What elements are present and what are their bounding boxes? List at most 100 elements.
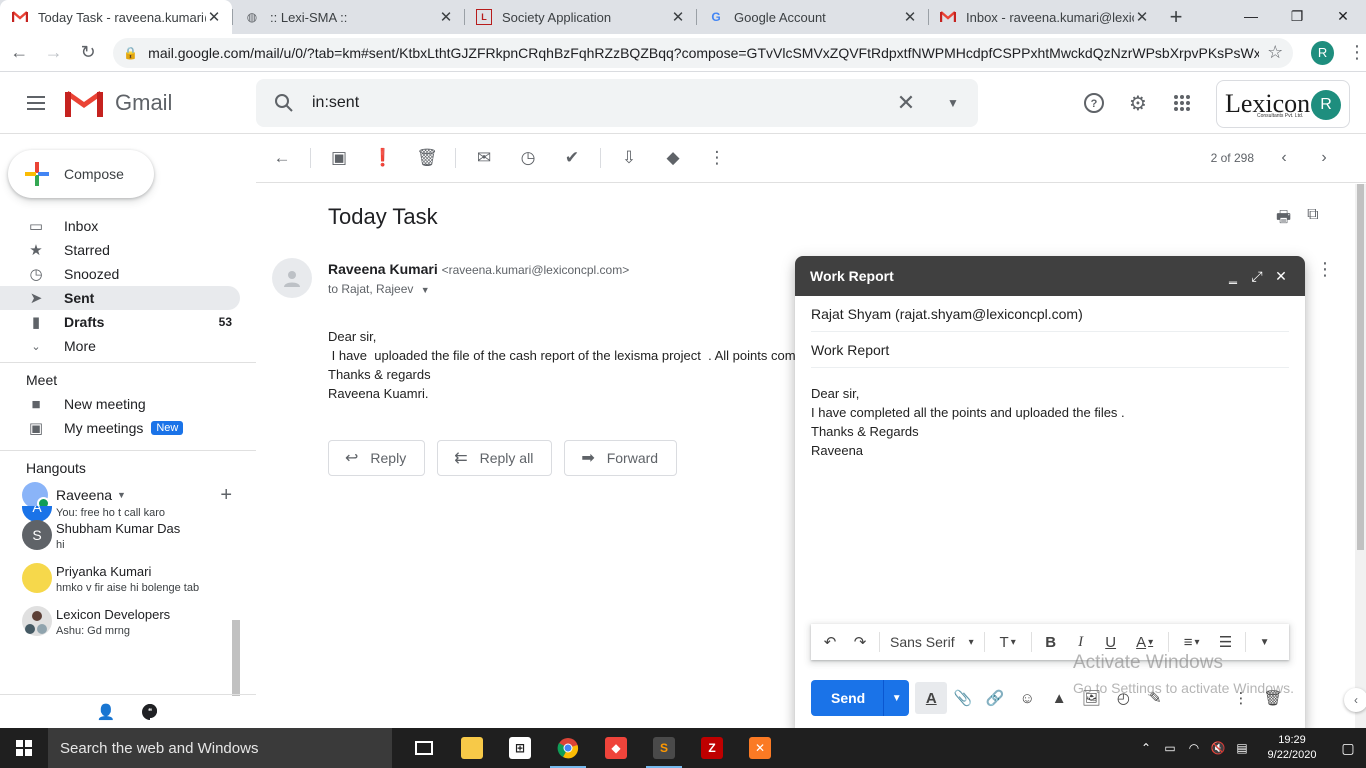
open-new-window-icon[interactable]: ⧉ (1307, 206, 1318, 233)
hangouts-scrollbar[interactable] (232, 620, 240, 696)
main-menu-icon[interactable] (12, 95, 60, 110)
add-to-tasks-icon[interactable]: ✔ (550, 138, 594, 178)
compose-button[interactable]: Compose (8, 150, 154, 198)
help-icon[interactable]: ? (1080, 89, 1108, 117)
recipients-field[interactable]: Rajat Shyam (rajat.shyam@lexiconcpl.com) (811, 296, 1289, 332)
browser-menu-icon[interactable]: ⋮ (1348, 42, 1366, 63)
formatting-options-icon[interactable]: A (915, 682, 948, 714)
browser-tab-lexi-sma[interactable]: ◍ :: Lexi-SMA :: ✕ (232, 0, 464, 34)
minimize-icon[interactable]: ‗ (1221, 268, 1245, 284)
redo-icon[interactable]: ↷ (845, 627, 875, 657)
side-panel-chevron-left-icon[interactable]: ‹ (1344, 688, 1366, 712)
taskbar-search-input[interactable]: Search the web and Windows (48, 728, 392, 768)
bold-icon[interactable]: B (1036, 627, 1066, 657)
account-avatar[interactable]: R (1311, 90, 1341, 120)
search-input[interactable]: in:sent (312, 94, 884, 112)
add-contact-plus-icon[interactable]: + (220, 484, 232, 507)
file-explorer-icon[interactable] (448, 728, 496, 768)
newer-chevron-left-icon[interactable]: ‹ (1272, 146, 1296, 170)
forward-arrow-icon[interactable]: → (38, 37, 68, 69)
more-options-icon[interactable]: ⋮ (695, 138, 739, 178)
chevron-down-icon[interactable]: ▼ (421, 285, 430, 295)
new-meeting-button[interactable]: ■ New meeting (0, 392, 256, 416)
clear-search-icon[interactable]: ✕ (884, 90, 928, 116)
url-input[interactable]: 🔒 mail.google.com/mail/u/0/?tab=km#sent/… (113, 37, 1294, 68)
task-view-icon[interactable] (400, 728, 448, 768)
reply-button[interactable]: ↩ Reply (328, 440, 426, 476)
font-size-icon[interactable]: T (989, 627, 1027, 657)
font-family-select[interactable]: Sans Serif (884, 634, 980, 650)
sender-name[interactable]: Raveena Kumari (328, 261, 438, 277)
close-icon[interactable]: ✕ (902, 8, 918, 26)
sidebar-item-snoozed[interactable]: ◷ Snoozed (0, 262, 240, 286)
sidebar-item-starred[interactable]: ★ Starred (0, 238, 240, 262)
minimize-window-icon[interactable]: — (1228, 0, 1274, 32)
sidebar-item-more[interactable]: ⌄ More (0, 334, 240, 358)
fullscreen-expand-icon[interactable]: ⤢ (1245, 268, 1269, 285)
my-meetings-button[interactable]: ▣ My meetings New (0, 416, 256, 440)
insert-emoji-icon[interactable]: ☺ (1011, 682, 1043, 714)
list-item[interactable]: Priyanka Kumari hmko v fir aise hi bolen… (0, 563, 240, 606)
contacts-person-icon[interactable]: 👤 (93, 699, 119, 725)
mail-search-bar[interactable]: in:sent ✕ ▼ (256, 79, 978, 127)
apps-grid-icon[interactable] (1168, 89, 1196, 117)
compose-header[interactable]: Work Report ‗ ⤢ ✕ (795, 256, 1305, 296)
chrome-icon[interactable] (544, 728, 592, 768)
reload-icon[interactable]: ↻ (73, 37, 103, 69)
sidebar-item-sent[interactable]: ➤ Sent (0, 286, 240, 310)
forward-button[interactable]: ➡ Forward (564, 440, 678, 476)
chevron-down-icon[interactable]: ▼ (117, 490, 126, 500)
bookmark-star-icon[interactable]: ☆ (1267, 42, 1283, 63)
attach-paperclip-icon[interactable]: 📎 (947, 682, 979, 714)
filezilla-icon[interactable]: Z (688, 728, 736, 768)
close-icon[interactable]: ✕ (1269, 268, 1293, 285)
conversations-icon[interactable]: ❝ (137, 699, 163, 725)
close-icon[interactable]: ✕ (670, 8, 686, 26)
store-bag-icon[interactable]: ⊞ (496, 728, 544, 768)
restore-window-icon[interactable]: ❐ (1274, 0, 1320, 32)
google-drive-icon[interactable]: ▲ (1043, 682, 1075, 714)
sidebar-item-drafts[interactable]: ▮ Drafts 53 (0, 310, 240, 334)
snooze-clock-icon[interactable]: ◷ (506, 138, 550, 178)
volume-muted-icon[interactable]: 🔇 (1206, 741, 1230, 755)
mark-unread-icon[interactable]: ✉ (462, 138, 506, 178)
back-arrow-icon[interactable]: ← (4, 37, 34, 69)
scrollbar-thumb[interactable] (1357, 184, 1364, 550)
reply-all-button[interactable]: ⇇ Reply all (437, 440, 553, 476)
battery-icon[interactable]: ▭ (1158, 741, 1182, 755)
list-item[interactable]: A You: free ho t call karo (0, 506, 240, 522)
message-more-options-icon[interactable]: ⋮ (1316, 259, 1334, 280)
send-button[interactable]: Send ▼ (811, 680, 910, 716)
report-spam-icon[interactable]: ❗ (361, 138, 405, 178)
back-to-sent-arrow-icon[interactable]: ← (260, 138, 304, 178)
list-item[interactable]: S Shubham Kumar Das hi (0, 520, 240, 563)
print-icon[interactable]: 🖶 (1276, 206, 1291, 233)
label-tag-icon[interactable]: ◆ (651, 138, 695, 178)
browser-tab-google-account[interactable]: G Google Account ✕ (696, 0, 928, 34)
wifi-icon[interactable]: ◠ (1182, 741, 1206, 755)
sublime-text-icon[interactable]: S (640, 728, 688, 768)
anydesk-icon[interactable]: ◆ (592, 728, 640, 768)
move-to-icon[interactable]: ⇩ (607, 138, 651, 178)
action-center-icon[interactable]: ▢ (1330, 740, 1366, 757)
undo-icon[interactable]: ↶ (815, 627, 845, 657)
windows-start-icon[interactable] (0, 728, 48, 768)
recipients-line[interactable]: to Rajat, Rajeev ▼ (328, 282, 430, 296)
delete-trash-icon[interactable]: 🗑 (405, 138, 449, 178)
schedule-send-dropdown-icon[interactable]: ▼ (883, 680, 909, 716)
close-window-icon[interactable]: ✕ (1320, 0, 1366, 32)
new-tab-plus-icon[interactable]: + (1160, 0, 1192, 34)
search-icon[interactable] (256, 93, 312, 113)
browser-tab-society-application[interactable]: L Society Application ✕ (464, 0, 696, 34)
main-scrollbar[interactable] (1355, 184, 1366, 728)
browser-profile-avatar[interactable]: R (1311, 40, 1335, 65)
recipient-chip[interactable]: Rajat Shyam (rajat.shyam@lexiconcpl.com) (811, 306, 1083, 322)
show-hidden-chevron-up-icon[interactable]: ⌃ (1134, 741, 1158, 755)
browser-tab-inbox[interactable]: Inbox - raveena.kumari@lexico ✕ (928, 0, 1160, 34)
archive-icon[interactable]: ▣ (317, 138, 361, 178)
keyboard-icon[interactable]: ▤ (1230, 741, 1254, 755)
settings-gear-icon[interactable]: ⚙ (1124, 89, 1152, 117)
older-chevron-right-icon[interactable]: › (1312, 146, 1336, 170)
close-icon[interactable]: ✕ (438, 8, 454, 26)
sidebar-item-inbox[interactable]: ▭ Inbox (0, 214, 240, 238)
